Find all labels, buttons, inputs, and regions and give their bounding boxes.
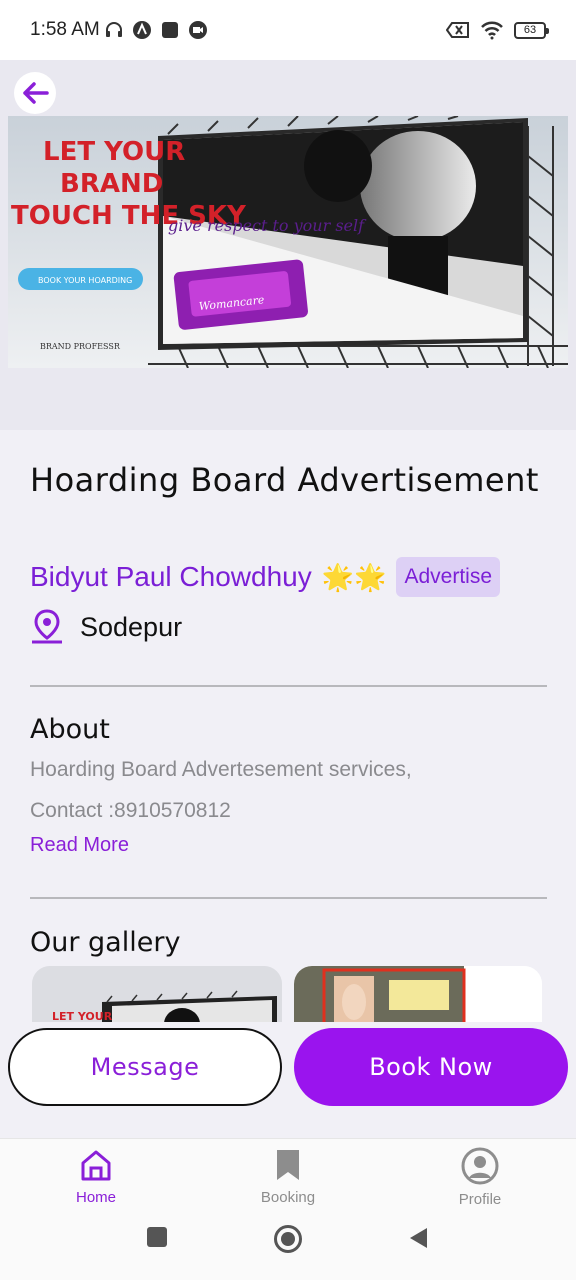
gallery-thumb-photo [294,966,542,1022]
home-system-button[interactable] [273,1224,303,1254]
gallery-thumb-text: LET YOUR [52,1010,113,1022]
home-icon [81,1150,111,1181]
hero-banner-image: LET YOUR BRAND TOUCH THE SKY give respec… [8,116,568,368]
arrow-left-icon [23,82,49,104]
recents-button[interactable] [146,1226,168,1248]
headphones-icon [105,22,122,37]
divider [30,897,547,899]
read-more-link[interactable]: Read More [30,834,129,857]
about-contact: Contact :8910570812 [30,799,231,822]
nav-booking[interactable]: Booking [228,1147,348,1206]
owner-row: Bidyut Paul Chowdhuy 🌟🌟 Advertise [30,557,501,597]
banner-tagline: give respect to your self [168,216,367,235]
nav-booking-label: Booking [260,1189,316,1206]
battery-icon: 63 [514,21,549,39]
location-row: Sodepur [30,609,182,645]
message-button[interactable]: Message [8,1028,282,1106]
banner-cta: BOOK YOUR HOARDING [38,276,132,285]
listing-title: Hoarding Board Advertisement [30,461,539,499]
back-button[interactable] [14,72,56,114]
gallery-thumbnail[interactable]: LET YOUR [32,966,282,1022]
billboard-illustration: LET YOUR BRAND TOUCH THE SKY give respec… [8,116,568,368]
video-icon [188,21,207,39]
system-navigation [0,1224,576,1266]
banner-headline-2: BRAND [60,169,163,199]
back-system-button[interactable] [407,1226,429,1250]
divider [30,685,547,687]
nav-profile[interactable]: Profile [420,1147,540,1208]
gallery-strip: LET YOUR [32,966,544,1022]
rating-stars: 🌟🌟 [321,561,387,592]
app-square-icon [161,22,178,38]
profile-icon [461,1147,499,1185]
status-icons-right: 63 [446,20,549,40]
nav-home-label: Home [75,1189,116,1206]
status-time: 1:58 AM [30,19,100,40]
banner-brand: BRAND PROFESSR [40,342,121,351]
owner-name[interactable]: Bidyut Paul Chowdhuy [30,561,312,593]
about-heading: About [30,714,110,745]
location-text: Sodepur [80,611,183,642]
banner-headline-1: LET YOUR [43,137,185,167]
gallery-thumbnail[interactable] [294,966,542,1022]
status-icons-left [104,20,208,40]
category-tag: Advertise [396,557,501,597]
nav-profile-label: Profile [458,1191,502,1208]
app-a-icon [132,21,151,39]
nav-home[interactable]: Home [36,1147,156,1206]
wifi-icon [481,21,503,40]
bookmark-icon [277,1150,299,1180]
location-pin-icon [32,609,62,644]
gallery-heading: Our gallery [30,927,181,958]
no-sim-icon [446,22,469,38]
book-now-button[interactable]: Book Now [294,1028,568,1106]
gallery-thumb-billboard: LET YOUR [32,966,282,1022]
about-description: Hoarding Board Advertesement services, [30,758,412,781]
status-bar: 1:58 AM 63 [0,0,576,60]
